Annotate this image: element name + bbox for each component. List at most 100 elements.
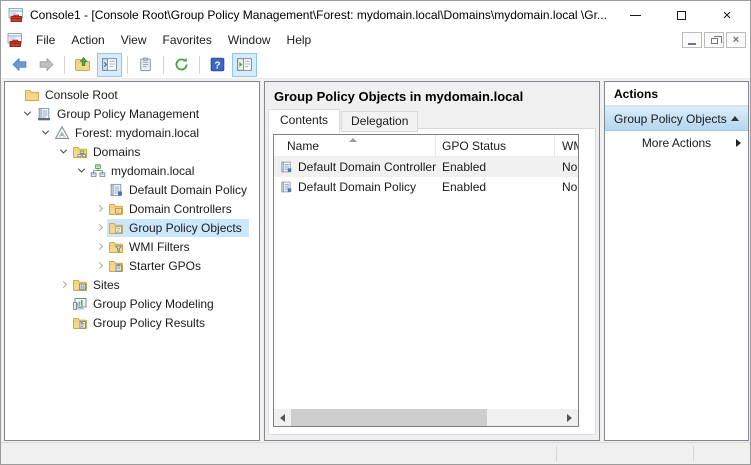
chevron-collapsed-icon[interactable] [55, 277, 71, 293]
domains-folder-icon [72, 144, 88, 160]
show-hide-console-tree-button[interactable] [97, 53, 122, 77]
chevron-placeholder [55, 315, 71, 331]
tree-item-group-policy-management[interactable]: Group Policy Management [5, 104, 259, 123]
show-hide-action-pane-button[interactable] [232, 53, 257, 77]
tree-item-sites[interactable]: Sites [5, 275, 259, 294]
window-title: Console1 - [Console Root\Group Policy Ma… [30, 8, 612, 22]
chevron-expanded-icon[interactable] [73, 163, 89, 179]
toolbar-separator [163, 56, 164, 74]
chevron-collapsed-icon[interactable] [91, 201, 107, 217]
tab-contents[interactable]: Contents [268, 109, 340, 133]
menu-view[interactable]: View [113, 30, 155, 50]
scroll-right-button[interactable] [561, 409, 578, 426]
menu-window[interactable]: Window [220, 30, 279, 50]
actions-group-header[interactable]: Group Policy Objects [605, 106, 748, 131]
tree-item-forest[interactable]: Forest: mydomain.local [5, 123, 259, 142]
chevron-collapsed-icon[interactable] [91, 239, 107, 255]
console-app-icon [8, 7, 24, 23]
collapse-up-icon [731, 116, 739, 121]
column-header-wmi[interactable]: WMI [555, 135, 578, 156]
tree-item-label: Group Policy Management [57, 107, 202, 121]
mdi-restore-button[interactable] [704, 32, 724, 48]
toolbar-separator [199, 56, 200, 74]
forward-button[interactable] [34, 53, 59, 77]
actions-group-label: Group Policy Objects [614, 112, 727, 126]
menu-file[interactable]: File [28, 30, 63, 50]
tab-page-contents: Name GPO Status WMI Default Domain Contr… [268, 128, 596, 435]
results-pane: Group Policy Objects in mydomain.local C… [264, 81, 600, 441]
menu-help[interactable]: Help [279, 30, 320, 50]
folder-icon [24, 87, 40, 103]
tree-item-starter-gpos[interactable]: Starter GPOs [5, 256, 259, 275]
chevron-expanded-icon[interactable] [37, 125, 53, 141]
mdi-close-button[interactable]: × [726, 32, 746, 48]
close-button[interactable]: × [704, 1, 750, 29]
back-button[interactable] [7, 53, 32, 77]
tree-item-group-policy-objects[interactable]: Group Policy Objects [5, 218, 259, 237]
gpo-scroll-icon [279, 160, 293, 174]
tree-item-default-domain-policy[interactable]: Default Domain Policy [5, 180, 259, 199]
tree-item-label: Group Policy Objects [129, 221, 245, 235]
up-one-level-button[interactable] [70, 53, 95, 77]
maximize-button[interactable] [658, 1, 704, 29]
tree-item-domain-controllers[interactable]: Domain Controllers [5, 199, 259, 218]
gpo-wmi-filter: None [555, 160, 578, 174]
more-actions-label: More Actions [642, 136, 711, 150]
close-icon: × [723, 8, 732, 23]
minimize-button[interactable] [612, 1, 658, 29]
wmi-filters-folder-icon [108, 239, 124, 255]
submenu-arrow-icon [736, 139, 741, 147]
chevron-expanded-icon[interactable] [55, 144, 71, 160]
toolbar: ? [1, 51, 750, 79]
scroll-left-icon [280, 414, 285, 422]
column-header-gpo-status[interactable]: GPO Status [436, 135, 555, 156]
main-area: Console Root Group Policy Management For… [1, 79, 750, 442]
tree-item-label: WMI Filters [129, 240, 193, 254]
tree-item-wmi-filters[interactable]: WMI Filters [5, 237, 259, 256]
refresh-button[interactable] [169, 53, 194, 77]
more-actions-item[interactable]: More Actions [605, 131, 748, 155]
table-row[interactable]: Default Domain Policy Enabled None [274, 177, 578, 197]
mdi-minimize-button[interactable] [682, 32, 702, 48]
menu-favorites[interactable]: Favorites [155, 30, 220, 50]
tree-item-label: Group Policy Results [93, 316, 208, 330]
paste-button[interactable] [133, 53, 158, 77]
column-header-label: WMI [562, 139, 578, 153]
tab-delegation[interactable]: Delegation [341, 111, 418, 132]
tree-item-mydomain-local[interactable]: mydomain.local [5, 161, 259, 180]
tree-item-domains[interactable]: Domains [5, 142, 259, 161]
scrollbar-thumb[interactable] [291, 409, 487, 426]
help-button[interactable]: ? [205, 53, 230, 77]
forward-icon [38, 56, 55, 73]
actions-pane-title: Actions [605, 82, 748, 106]
chevron-placeholder [91, 182, 107, 198]
modeling-icon [72, 296, 88, 312]
toolbar-separator [64, 56, 65, 74]
chevron-collapsed-icon[interactable] [91, 258, 107, 274]
menu-action[interactable]: Action [63, 30, 112, 50]
chevron-collapsed-icon[interactable] [91, 220, 107, 236]
gpo-name: Default Domain Policy [298, 180, 416, 194]
svg-text:?: ? [214, 60, 220, 71]
sort-ascending-icon [349, 138, 357, 142]
show-hide-action-pane-icon [236, 56, 253, 73]
horizontal-scrollbar[interactable] [274, 409, 578, 426]
starter-gpos-folder-icon [108, 258, 124, 274]
tree-item-group-policy-results[interactable]: Group Policy Results [5, 313, 259, 332]
status-bar [1, 442, 750, 464]
domain-icon [90, 163, 106, 179]
gpm-icon [36, 106, 52, 122]
forest-icon [54, 125, 70, 141]
chevron-placeholder [55, 296, 71, 312]
refresh-icon [173, 56, 190, 73]
table-row[interactable]: Default Domain Controller... Enabled Non… [274, 157, 578, 177]
column-header-label: GPO Status [442, 139, 506, 153]
tree-item-console-root[interactable]: Console Root [5, 85, 259, 104]
chevron-expanded-icon[interactable] [19, 106, 35, 122]
actions-pane: Actions Group Policy Objects More Action… [604, 81, 749, 441]
gpo-scroll-icon [279, 180, 293, 194]
tree-item-group-policy-modeling[interactable]: Group Policy Modeling [5, 294, 259, 313]
gpo-list: Name GPO Status WMI Default Domain Contr… [273, 134, 579, 427]
scroll-left-button[interactable] [274, 409, 291, 426]
title-bar: Console1 - [Console Root\Group Policy Ma… [1, 1, 750, 29]
